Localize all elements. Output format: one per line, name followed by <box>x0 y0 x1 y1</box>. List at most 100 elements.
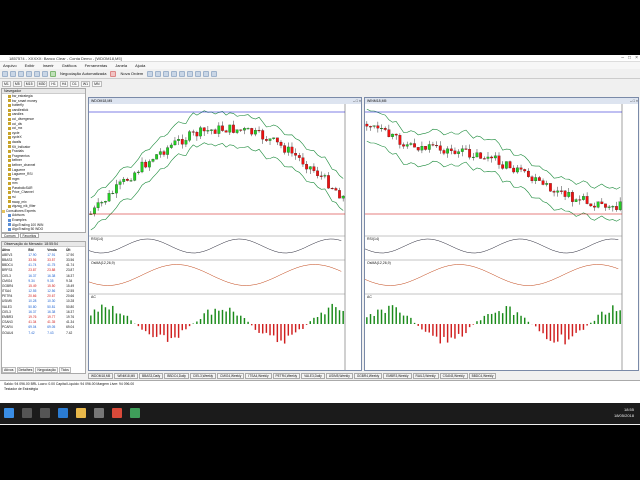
bar-chart-icon[interactable] <box>147 70 154 77</box>
symbol-tab[interactable]: BBAS3,Daily <box>139 373 164 379</box>
market-watch-icon[interactable] <box>18 70 24 77</box>
market-row[interactable]: USIM5 10.28 10.30 10.28 <box>2 299 85 304</box>
market-row[interactable]: BBAS3 33.56 33.57 33.56 <box>2 257 85 262</box>
terminal-icon[interactable] <box>34 70 40 77</box>
candle-body <box>166 147 170 155</box>
tf-mn[interactable]: MN <box>92 80 102 87</box>
ask: 16.38 <box>47 309 56 314</box>
tester-icon[interactable] <box>42 70 48 77</box>
symbol-tab[interactable]: WDOM18,M5 <box>88 373 114 379</box>
zoom-out-icon[interactable] <box>179 70 186 77</box>
menu-inserir[interactable]: Inserir <box>43 63 54 68</box>
tf-m15[interactable]: M15 <box>23 80 35 87</box>
tf-m5[interactable]: M5 <box>12 80 22 87</box>
profiles-icon[interactable] <box>10 70 16 77</box>
system-clock[interactable]: 18:55 18/05/2018 <box>614 407 634 419</box>
tf-m1[interactable]: M1 <box>2 80 11 87</box>
close-icon[interactable]: × <box>635 55 638 61</box>
new-chart-icon[interactable] <box>2 70 8 77</box>
edge-icon[interactable] <box>58 408 68 418</box>
symbol-tab[interactable]: PETR4,Weekly <box>272 373 301 379</box>
search-icon[interactable] <box>22 408 32 418</box>
market-row[interactable]: GGBR4 15.49 15.50 15.49 <box>2 283 85 288</box>
tf-h1[interactable]: H1 <box>49 80 58 87</box>
symbol-tab[interactable]: WINM18,M5 <box>114 373 139 379</box>
market-row[interactable]: CMIG4 9.34 9.35 9.34 <box>2 278 85 283</box>
windows-start-icon[interactable] <box>4 408 14 418</box>
market-row[interactable]: ABEV3 17.90 17.91 17.90 <box>2 252 85 257</box>
maximize-icon[interactable]: □ <box>628 55 631 61</box>
tf-d1[interactable]: D1 <box>70 80 79 87</box>
tile-windows-icon[interactable] <box>187 70 194 77</box>
menu-janela[interactable]: Janela <box>115 63 127 68</box>
task-view-icon[interactable] <box>40 408 50 418</box>
candle-body <box>497 155 501 165</box>
auto-trading-icon[interactable] <box>50 70 56 77</box>
symbol-tab[interactable]: RAIL3,Weekly <box>412 373 439 379</box>
symbol-tab[interactable]: BBDC4,Daily <box>164 373 189 379</box>
mw-tab-negociacao[interactable]: Negociação <box>35 367 58 373</box>
mw-tab-ticks[interactable]: Ticks <box>58 367 71 373</box>
store-icon[interactable] <box>94 408 104 418</box>
symbol-tab[interactable]: USIM5,Weekly <box>325 373 353 379</box>
symbol-tab[interactable]: VALE3,Daily <box>301 373 325 379</box>
strategy-tester-label[interactable]: Testador de Estratégia <box>0 386 640 391</box>
new-order-icon[interactable] <box>110 70 117 77</box>
price-chart[interactable]: RSI(14) OsMA(12,26,9) AC <box>365 104 638 370</box>
market-row[interactable]: VALE3 50.80 50.81 50.80 <box>2 304 85 309</box>
line-chart-icon[interactable] <box>163 70 170 77</box>
ask: 69.05 <box>47 325 56 330</box>
menu-ajuda[interactable]: Ajuda <box>135 63 145 68</box>
mw-tab-detalhes[interactable]: Detalhes <box>16 367 35 373</box>
window-controls-icon[interactable]: – □ × <box>353 99 361 103</box>
templates-icon[interactable] <box>211 70 218 77</box>
metatrader-icon[interactable] <box>130 408 140 418</box>
market-row[interactable]: CIEL3 16.37 16.38 16.37 <box>2 309 85 314</box>
window-controls-icon[interactable]: – □ × <box>630 99 638 103</box>
candle-body <box>468 149 472 158</box>
navigator-icon[interactable] <box>26 70 32 77</box>
market-row[interactable]: GOAU4 7.42 7.43 7.42 <box>2 330 85 335</box>
candle-body <box>96 202 100 208</box>
market-row[interactable]: BRFS3 23.87 23.88 23.87 <box>2 268 85 273</box>
menu-ferramentas[interactable]: Ferramentas <box>85 63 108 68</box>
tf-m30[interactable]: M30 <box>36 80 48 87</box>
market-row[interactable]: CIEL3 16.37 16.38 16.37 <box>2 273 85 278</box>
tf-w1[interactable]: W1 <box>80 80 91 87</box>
chart-window-win[interactable]: WINM18,M5 – □ × RSI(14) OsMA(12,26,9) AC <box>364 97 639 371</box>
menu-graficos[interactable]: Gráficos <box>62 63 77 68</box>
market-row[interactable]: EMBR3 19.76 19.77 19.76 <box>2 314 85 319</box>
tf-h4[interactable]: H4 <box>59 80 69 87</box>
indicator-icon <box>8 177 11 181</box>
ask: 16.38 <box>47 273 56 278</box>
symbol-tab[interactable]: BBDC4,Weekly <box>468 373 497 379</box>
candle-body <box>427 144 431 150</box>
market-row[interactable]: PCAR4 69.04 69.05 69.04 <box>2 325 85 330</box>
menu-arquivo[interactable]: Arquivo <box>3 63 17 68</box>
file-explorer-icon[interactable] <box>76 408 86 418</box>
symbol-tab[interactable]: CIEL3,Weekly <box>189 373 217 379</box>
auto-scroll-icon[interactable] <box>195 70 202 77</box>
chrome-icon[interactable] <box>112 408 122 418</box>
mw-tab-ativos[interactable]: Ativos <box>2 367 16 373</box>
price-chart[interactable]: RSI(14) OsMA(12,26,9) AC <box>89 104 361 370</box>
menu-exibir[interactable]: Exibir <box>25 63 35 68</box>
symbol-tab[interactable]: ITSA4,Weekly <box>245 373 272 379</box>
chart-window-wdo[interactable]: WDOM18,M5 – □ × RSI(14) OsMA(12,26,9) AC <box>88 97 362 371</box>
symbol-tab[interactable]: EMBR3,Weekly <box>383 373 412 379</box>
zoom-in-icon[interactable] <box>171 70 178 77</box>
market-row[interactable]: CSAN3 41.34 41.35 41.34 <box>2 320 85 325</box>
candle-chart-icon[interactable] <box>155 70 162 77</box>
symbol-tab[interactable]: GGBR4,Weekly <box>353 373 383 379</box>
minimize-icon[interactable]: – <box>621 55 624 61</box>
market-row[interactable]: PETR4 20.66 20.67 20.66 <box>2 294 85 299</box>
tab-favoritos[interactable]: Favoritos <box>19 233 40 238</box>
auto-trading-button[interactable]: Negociação Automatizada <box>58 71 108 76</box>
symbol-tab[interactable]: CMIG4,Weekly <box>217 373 245 379</box>
symbol-tab[interactable]: CSAN3,Weekly <box>439 373 468 379</box>
market-row[interactable]: BBDC4 41.74 41.75 41.74 <box>2 263 85 268</box>
market-row[interactable]: ITSA4 12.55 12.56 12.55 <box>2 289 85 294</box>
tab-comum[interactable]: Comum <box>1 233 19 238</box>
new-order-button[interactable]: Nova Ordem <box>118 71 145 76</box>
indicators-icon[interactable] <box>203 70 210 77</box>
